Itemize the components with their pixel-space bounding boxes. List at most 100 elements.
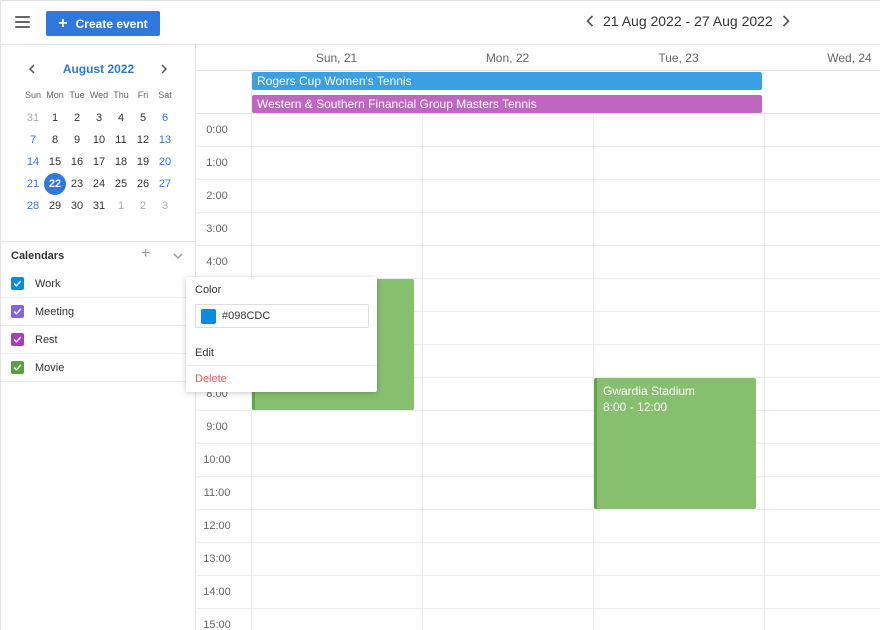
edit-menu-item[interactable]: Edit: [186, 341, 377, 366]
hour-row[interactable]: 10:00: [197, 444, 880, 477]
sidebar: August 2022 Sun Mon Tue Wed Thu Fri Sat 31 1 2 3 4 5…: [1, 45, 196, 630]
calendar-app: + Create event 21 Aug 2022 - 27 Aug 2022…: [0, 0, 880, 630]
calendars-header: Calendars +: [1, 241, 196, 269]
hour-row[interactable]: 13:00: [197, 543, 880, 576]
checkbox-check-icon[interactable]: [11, 277, 24, 290]
hour-row[interactable]: 15:00: [197, 609, 880, 630]
calendars-list: Work Meeting Rest Movie: [1, 270, 196, 382]
hour-row[interactable]: 1:00: [197, 147, 880, 180]
prev-week-chevron-icon[interactable]: [583, 14, 597, 28]
mini-calendar-day[interactable]: 29: [44, 200, 66, 212]
mini-calendar-grid: Sun Mon Tue Wed Thu Fri Sat 31 1 2 3 4 5 6 7 8 9 10 11 12 13…: [22, 87, 176, 217]
mini-calendar-day[interactable]: 9: [66, 134, 88, 146]
checkbox-check-icon[interactable]: [11, 361, 24, 374]
mini-calendar-day[interactable]: 3: [154, 200, 176, 212]
hour-label: 10:00: [203, 454, 231, 466]
header-bar: + Create event 21 Aug 2022 - 27 Aug 2022: [1, 1, 880, 45]
mini-calendar-day[interactable]: 31: [88, 200, 110, 212]
mini-calendar-day[interactable]: 19: [132, 156, 154, 168]
mini-calendar-day[interactable]: 25: [110, 178, 132, 190]
hamburger-menu-icon[interactable]: [15, 16, 30, 28]
hour-label: 3:00: [206, 223, 228, 235]
mini-calendar-day[interactable]: 16: [66, 156, 88, 168]
hour-label: 4:00: [206, 256, 228, 268]
mini-calendar-day[interactable]: 31: [22, 112, 44, 124]
day-header[interactable]: Wed, 24: [764, 51, 880, 65]
mini-calendar-week: 7 8 9 10 11 12 13: [22, 129, 176, 151]
hour-row[interactable]: 0:00: [197, 114, 880, 147]
hour-row[interactable]: 9:00: [197, 411, 880, 444]
plus-icon: +: [58, 14, 68, 32]
mini-calendar-day[interactable]: 5: [132, 112, 154, 124]
calendar-item-movie[interactable]: Movie: [1, 354, 196, 382]
date-range-nav: 21 Aug 2022 - 27 Aug 2022: [583, 13, 793, 29]
calendar-item-work[interactable]: Work: [1, 270, 196, 298]
mini-calendar-day[interactable]: 26: [132, 178, 154, 190]
all-day-event[interactable]: Rogers Cup Women's Tennis: [252, 72, 762, 90]
calendar-item-label: Meeting: [35, 305, 75, 318]
weekday-label: Sat: [158, 90, 172, 100]
checkbox-check-icon[interactable]: [11, 333, 24, 346]
day-header[interactable]: Mon, 22: [422, 51, 593, 65]
mini-calendar-day[interactable]: 13: [154, 134, 176, 146]
mini-calendar-day[interactable]: 8: [44, 134, 66, 146]
weekday-label: Tue: [69, 90, 85, 100]
hour-label: 9:00: [206, 421, 228, 433]
calendar-item-label: Rest: [35, 333, 58, 346]
mini-calendar-week: 14 15 16 17 18 19 20: [22, 151, 176, 173]
mini-calendar-day[interactable]: 10: [88, 134, 110, 146]
event-gwardia-stadium[interactable]: Gwardia Stadium 8:00 - 12:00: [594, 378, 756, 509]
hour-row[interactable]: 2:00: [197, 180, 880, 213]
hour-row[interactable]: 14:00: [197, 576, 880, 609]
mini-calendar-day[interactable]: 3: [88, 112, 110, 124]
mini-calendar-day[interactable]: 6: [154, 112, 176, 124]
hour-row[interactable]: 4:00: [197, 246, 880, 279]
mini-next-month-chevron-icon[interactable]: [157, 62, 171, 76]
mini-calendar-day[interactable]: 24: [88, 178, 110, 190]
date-range-label: 21 Aug 2022 - 27 Aug 2022: [603, 13, 773, 29]
mini-calendar-day[interactable]: 17: [88, 156, 110, 168]
calendar-item-rest[interactable]: Rest: [1, 326, 196, 354]
mini-calendar-day[interactable]: 11: [110, 134, 132, 146]
next-week-chevron-icon[interactable]: [779, 14, 793, 28]
checkbox-check-icon[interactable]: [11, 305, 24, 318]
mini-calendar-day[interactable]: 2: [66, 112, 88, 124]
event-time: 8:00 - 12:00: [603, 400, 668, 414]
mini-calendar-day[interactable]: 14: [22, 156, 44, 168]
calendar-options-popup: Color #098CDC Edit Delete: [186, 277, 377, 392]
mini-calendar-day[interactable]: 27: [154, 178, 176, 190]
mini-calendar-day[interactable]: 28: [22, 200, 44, 212]
mini-calendar-week: 31 1 2 3 4 5 6: [22, 107, 176, 129]
mini-calendar-day[interactable]: 30: [66, 200, 88, 212]
mini-calendar-day[interactable]: 1: [44, 112, 66, 124]
hour-row[interactable]: 12:00: [197, 510, 880, 543]
delete-menu-item[interactable]: Delete: [186, 367, 377, 392]
collapse-chevron-down-icon[interactable]: [172, 249, 184, 261]
create-event-button[interactable]: + Create event: [46, 11, 160, 36]
hour-label: 14:00: [203, 586, 231, 598]
mini-calendar-day[interactable]: 20: [154, 156, 176, 168]
hour-row[interactable]: 3:00: [197, 213, 880, 246]
mini-calendar-day[interactable]: 15: [44, 156, 66, 168]
mini-calendar-day[interactable]: 21: [22, 178, 44, 190]
mini-calendar-day[interactable]: 22: [44, 173, 66, 195]
day-header[interactable]: Tue, 23: [593, 51, 764, 65]
mini-calendar-day[interactable]: 2: [132, 200, 154, 212]
day-header[interactable]: Sun, 21: [251, 51, 422, 65]
mini-calendar-day[interactable]: 12: [132, 134, 154, 146]
calendar-item-label: Work: [35, 277, 61, 290]
color-picker-field[interactable]: #098CDC: [195, 304, 369, 328]
hour-row[interactable]: 11:00: [197, 477, 880, 510]
calendar-item-meeting[interactable]: Meeting: [1, 298, 196, 326]
weekday-label: Wed: [89, 90, 109, 100]
mini-calendar-day[interactable]: 1: [110, 200, 132, 212]
all-day-event[interactable]: Western & Southern Financial Group Maste…: [252, 95, 762, 113]
create-event-label: Create event: [75, 16, 148, 31]
calendars-title: Calendars: [11, 250, 65, 262]
hour-label: 2:00: [206, 190, 228, 202]
mini-calendar-day[interactable]: 7: [22, 134, 44, 146]
add-calendar-plus-icon[interactable]: +: [141, 245, 150, 263]
mini-calendar-day[interactable]: 23: [66, 178, 88, 190]
mini-calendar-day[interactable]: 4: [110, 112, 132, 124]
mini-calendar-day[interactable]: 18: [110, 156, 132, 168]
